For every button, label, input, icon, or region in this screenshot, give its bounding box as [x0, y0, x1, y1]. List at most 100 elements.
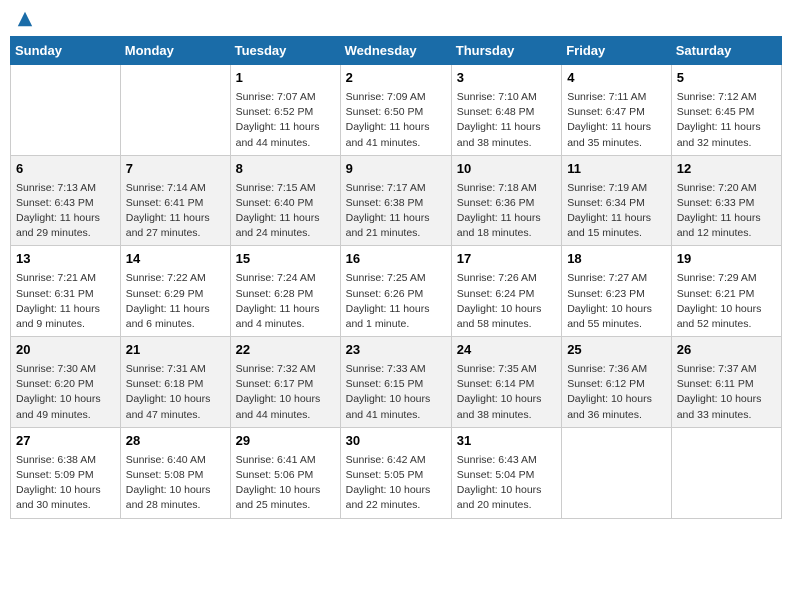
day-info: Sunrise: 6:41 AM Sunset: 5:06 PM Dayligh… — [236, 453, 335, 514]
logo — [14, 10, 38, 28]
calendar-week-row: 27 Sunrise: 6:38 AM Sunset: 5:09 PM Dayli… — [11, 427, 782, 518]
calendar-cell: 12Sunrise: 7:20 AM Sunset: 6:33 PM Dayli… — [671, 155, 781, 246]
calendar-cell: 23 Sunrise: 7:33 AM Sunset: 6:15 PM Dayli… — [340, 337, 451, 428]
day-info: Sunrise: 7:22 AM Sunset: 6:29 PM Dayligh… — [126, 271, 225, 332]
day-info: Sunrise: 7:10 AM Sunset: 6:48 PM Dayligh… — [457, 90, 556, 151]
day-info: Sunrise: 7:30 AM Sunset: 6:20 PM Dayligh… — [16, 362, 115, 423]
col-header-tuesday: Tuesday — [230, 37, 340, 65]
calendar-cell: 11 Sunrise: 7:19 AM Sunset: 6:34 PM Dayli… — [562, 155, 672, 246]
calendar-week-row: 13 Sunrise: 7:21 AM Sunset: 6:31 PM Dayli… — [11, 246, 782, 337]
calendar-cell: 22 Sunrise: 7:32 AM Sunset: 6:17 PM Dayli… — [230, 337, 340, 428]
day-number: 13 — [16, 250, 115, 269]
day-info: Sunrise: 7:29 AM Sunset: 6:21 PM Dayligh… — [677, 271, 776, 332]
day-info: Sunrise: 7:32 AM Sunset: 6:17 PM Dayligh… — [236, 362, 335, 423]
day-info: Sunrise: 7:15 AM Sunset: 6:40 PM Dayligh… — [236, 181, 335, 242]
day-info: Sunrise: 7:36 AM Sunset: 6:12 PM Dayligh… — [567, 362, 666, 423]
day-number: 24 — [457, 341, 556, 360]
day-number: 28 — [126, 432, 225, 451]
day-number: 30 — [346, 432, 446, 451]
day-number: 15 — [236, 250, 335, 269]
day-info: Sunrise: 7:12 AM Sunset: 6:45 PM Dayligh… — [677, 90, 776, 151]
calendar-cell: 26 Sunrise: 7:37 AM Sunset: 6:11 PM Dayli… — [671, 337, 781, 428]
day-info: Sunrise: 7:14 AM Sunset: 6:41 PM Dayligh… — [126, 181, 225, 242]
calendar-cell: 8Sunrise: 7:15 AM Sunset: 6:40 PM Daylig… — [230, 155, 340, 246]
day-info: Sunrise: 7:27 AM Sunset: 6:23 PM Dayligh… — [567, 271, 666, 332]
day-info: Sunrise: 7:31 AM Sunset: 6:18 PM Dayligh… — [126, 362, 225, 423]
col-header-friday: Friday — [562, 37, 672, 65]
calendar-cell: 9 Sunrise: 7:17 AM Sunset: 6:38 PM Daylig… — [340, 155, 451, 246]
day-number: 31 — [457, 432, 556, 451]
calendar-cell: 13 Sunrise: 7:21 AM Sunset: 6:31 PM Dayli… — [11, 246, 121, 337]
day-number: 2 — [346, 69, 446, 88]
day-info: Sunrise: 6:38 AM Sunset: 5:09 PM Dayligh… — [16, 453, 115, 514]
day-info: Sunrise: 7:17 AM Sunset: 6:38 PM Dayligh… — [346, 181, 446, 242]
calendar-week-row: 6 Sunrise: 7:13 AM Sunset: 6:43 PM Daylig… — [11, 155, 782, 246]
calendar-cell: 3 Sunrise: 7:10 AM Sunset: 6:48 PM Daylig… — [451, 65, 561, 156]
day-info: Sunrise: 7:13 AM Sunset: 6:43 PM Dayligh… — [16, 181, 115, 242]
day-number: 21 — [126, 341, 225, 360]
day-number: 18 — [567, 250, 666, 269]
day-number: 4 — [567, 69, 666, 88]
calendar-cell: 20Sunrise: 7:30 AM Sunset: 6:20 PM Dayli… — [11, 337, 121, 428]
calendar-cell — [671, 427, 781, 518]
logo-icon — [16, 10, 34, 28]
calendar-cell: 28Sunrise: 6:40 AM Sunset: 5:08 PM Dayli… — [120, 427, 230, 518]
day-number: 6 — [16, 160, 115, 179]
calendar-cell: 21 Sunrise: 7:31 AM Sunset: 6:18 PM Dayli… — [120, 337, 230, 428]
calendar-cell: 7 Sunrise: 7:14 AM Sunset: 6:41 PM Daylig… — [120, 155, 230, 246]
col-header-saturday: Saturday — [671, 37, 781, 65]
day-number: 19 — [677, 250, 776, 269]
day-info: Sunrise: 7:21 AM Sunset: 6:31 PM Dayligh… — [16, 271, 115, 332]
day-number: 9 — [346, 160, 446, 179]
calendar-cell: 15 Sunrise: 7:24 AM Sunset: 6:28 PM Dayli… — [230, 246, 340, 337]
day-number: 1 — [236, 69, 335, 88]
day-number: 3 — [457, 69, 556, 88]
calendar-cell: 17 Sunrise: 7:26 AM Sunset: 6:24 PM Dayli… — [451, 246, 561, 337]
calendar-cell — [120, 65, 230, 156]
calendar-cell: 27 Sunrise: 6:38 AM Sunset: 5:09 PM Dayli… — [11, 427, 121, 518]
calendar-cell: 5 Sunrise: 7:12 AM Sunset: 6:45 PM Daylig… — [671, 65, 781, 156]
calendar-cell: 2 Sunrise: 7:09 AM Sunset: 6:50 PM Daylig… — [340, 65, 451, 156]
calendar-cell: 24Sunrise: 7:35 AM Sunset: 6:14 PM Dayli… — [451, 337, 561, 428]
day-number: 14 — [126, 250, 225, 269]
day-number: 22 — [236, 341, 335, 360]
day-info: Sunrise: 7:33 AM Sunset: 6:15 PM Dayligh… — [346, 362, 446, 423]
calendar-cell: 10 Sunrise: 7:18 AM Sunset: 6:36 PM Dayli… — [451, 155, 561, 246]
day-number: 17 — [457, 250, 556, 269]
day-number: 27 — [16, 432, 115, 451]
calendar-cell — [562, 427, 672, 518]
col-header-thursday: Thursday — [451, 37, 561, 65]
calendar-header-row: SundayMondayTuesdayWednesdayThursdayFrid… — [11, 37, 782, 65]
calendar-cell: 19 Sunrise: 7:29 AM Sunset: 6:21 PM Dayli… — [671, 246, 781, 337]
day-info: Sunrise: 6:43 AM Sunset: 5:04 PM Dayligh… — [457, 453, 556, 514]
day-info: Sunrise: 7:09 AM Sunset: 6:50 PM Dayligh… — [346, 90, 446, 151]
day-number: 23 — [346, 341, 446, 360]
day-info: Sunrise: 7:19 AM Sunset: 6:34 PM Dayligh… — [567, 181, 666, 242]
day-info: Sunrise: 7:11 AM Sunset: 6:47 PM Dayligh… — [567, 90, 666, 151]
day-info: Sunrise: 7:37 AM Sunset: 6:11 PM Dayligh… — [677, 362, 776, 423]
calendar-week-row: 1Sunrise: 7:07 AM Sunset: 6:52 PM Daylig… — [11, 65, 782, 156]
day-number: 11 — [567, 160, 666, 179]
calendar-cell — [11, 65, 121, 156]
calendar-cell: 1Sunrise: 7:07 AM Sunset: 6:52 PM Daylig… — [230, 65, 340, 156]
day-number: 26 — [677, 341, 776, 360]
col-header-sunday: Sunday — [11, 37, 121, 65]
day-info: Sunrise: 7:24 AM Sunset: 6:28 PM Dayligh… — [236, 271, 335, 332]
day-info: Sunrise: 7:25 AM Sunset: 6:26 PM Dayligh… — [346, 271, 446, 332]
calendar-cell: 30Sunrise: 6:42 AM Sunset: 5:05 PM Dayli… — [340, 427, 451, 518]
page-header — [10, 10, 782, 28]
calendar-cell: 18 Sunrise: 7:27 AM Sunset: 6:23 PM Dayli… — [562, 246, 672, 337]
day-info: Sunrise: 7:26 AM Sunset: 6:24 PM Dayligh… — [457, 271, 556, 332]
day-info: Sunrise: 7:18 AM Sunset: 6:36 PM Dayligh… — [457, 181, 556, 242]
calendar-cell: 31 Sunrise: 6:43 AM Sunset: 5:04 PM Dayli… — [451, 427, 561, 518]
calendar-cell: 25Sunrise: 7:36 AM Sunset: 6:12 PM Dayli… — [562, 337, 672, 428]
calendar-week-row: 20Sunrise: 7:30 AM Sunset: 6:20 PM Dayli… — [11, 337, 782, 428]
day-number: 5 — [677, 69, 776, 88]
day-number: 7 — [126, 160, 225, 179]
calendar-cell: 14 Sunrise: 7:22 AM Sunset: 6:29 PM Dayli… — [120, 246, 230, 337]
calendar-cell: 4 Sunrise: 7:11 AM Sunset: 6:47 PM Daylig… — [562, 65, 672, 156]
calendar-cell: 29Sunrise: 6:41 AM Sunset: 5:06 PM Dayli… — [230, 427, 340, 518]
calendar-table: SundayMondayTuesdayWednesdayThursdayFrid… — [10, 36, 782, 519]
day-info: Sunrise: 7:20 AM Sunset: 6:33 PM Dayligh… — [677, 181, 776, 242]
day-number: 10 — [457, 160, 556, 179]
